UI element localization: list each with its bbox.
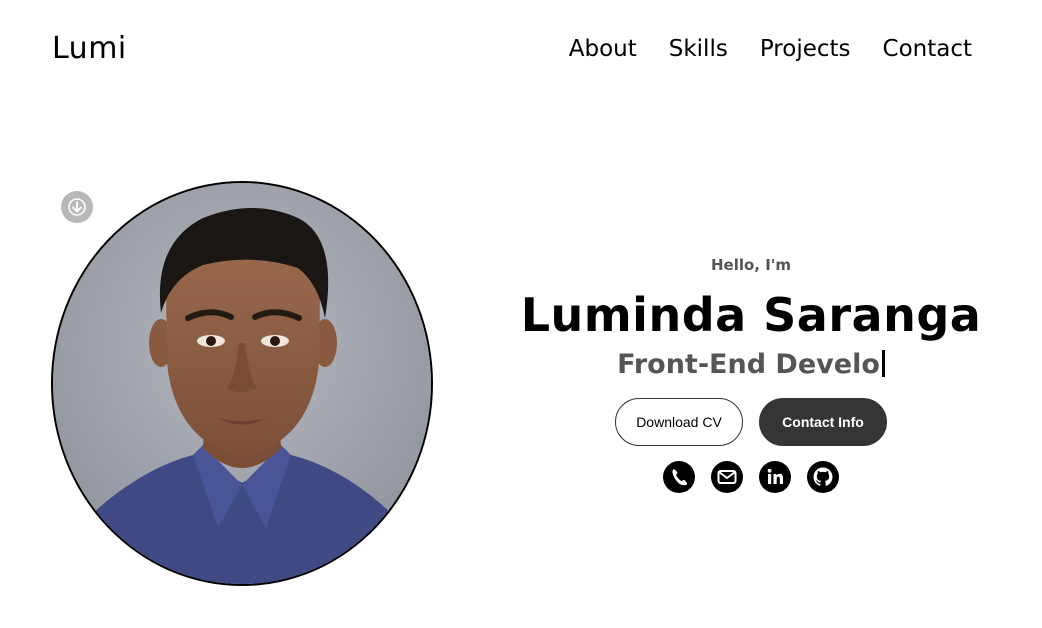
nav-about[interactable]: About [569, 34, 637, 64]
phone-icon[interactable] [663, 461, 695, 493]
profile-photo [51, 181, 433, 586]
nav-contact[interactable]: Contact [883, 34, 972, 64]
hero-section: Hello, I'm Luminda Saranga Front-End Dev… [500, 254, 1002, 493]
linkedin-icon[interactable] [759, 461, 791, 493]
arrow-down-icon [68, 198, 86, 216]
scroll-down-button[interactable] [61, 191, 93, 223]
site-logo[interactable]: Lumi [52, 30, 127, 68]
main-nav: About Skills Projects Contact [569, 34, 972, 64]
greeting-text: Hello, I'm [710, 256, 792, 274]
hero-name: Luminda Saranga [520, 288, 982, 342]
nav-skills[interactable]: Skills [669, 34, 728, 64]
download-cv-button[interactable]: Download CV [615, 398, 743, 446]
github-icon[interactable] [807, 461, 839, 493]
email-icon[interactable] [711, 461, 743, 493]
hero-role: Front-End Develo [500, 346, 1002, 384]
typing-caret [881, 350, 885, 377]
social-links [500, 461, 1002, 493]
role-typed-text: Front-End Develo [617, 349, 880, 380]
nav-projects[interactable]: Projects [760, 34, 851, 64]
contact-info-button[interactable]: Contact Info [759, 398, 887, 446]
hero-buttons: Download CV Contact Info [500, 398, 1002, 446]
